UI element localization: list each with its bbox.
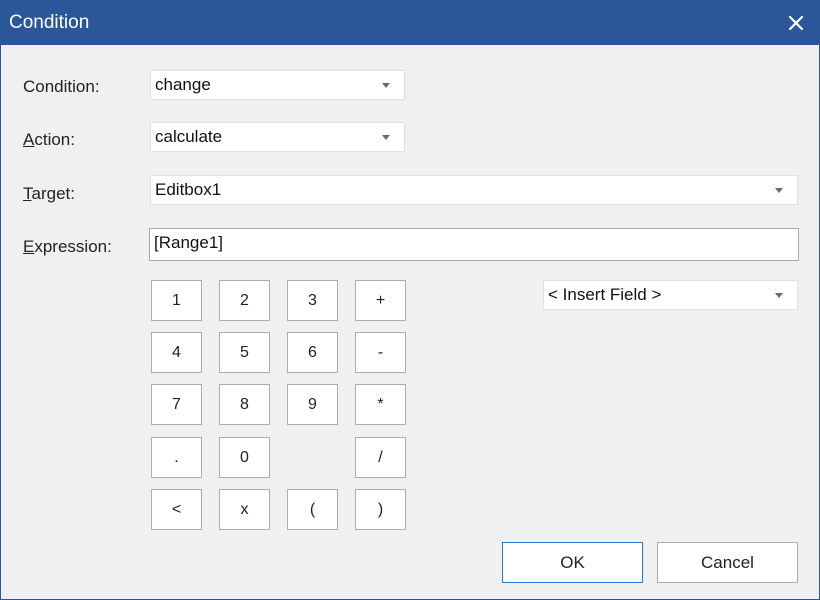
expression-label: Expression: [23,237,112,257]
keypad-button-x[interactable]: x [219,489,270,530]
keypad-button-2[interactable]: 2 [219,280,270,321]
keypad-button-multiply[interactable]: * [355,384,406,425]
ok-button[interactable]: OK [502,542,643,583]
expression-label-text: xpression: [34,237,112,256]
keypad-button-6[interactable]: 6 [287,332,338,373]
keypad-button-close-paren[interactable]: ) [355,489,406,530]
action-label-text: ction: [34,130,75,149]
keypad-button-divide[interactable]: / [355,437,406,478]
target-value: Editbox1 [155,180,222,199]
keypad-button-9[interactable]: 9 [287,384,338,425]
action-value: calculate [155,127,223,146]
condition-value: change [155,75,211,94]
keypad-button-3[interactable]: 3 [287,280,338,321]
chevron-down-icon [775,293,783,298]
target-label-text: arget: [31,184,75,203]
keypad-button-5[interactable]: 5 [219,332,270,373]
expression-value: [Range1] [154,233,223,252]
close-icon [789,16,803,30]
condition-label: Condition: [23,77,100,97]
cancel-button[interactable]: Cancel [657,542,798,583]
condition-label-text: Condition: [23,77,100,96]
condition-dropdown[interactable]: change [150,70,405,100]
keypad-button-less-than[interactable]: < [151,489,202,530]
chevron-down-icon [382,135,390,140]
expression-label-mnemonic: E [23,237,35,256]
keypad-button-open-paren[interactable]: ( [287,489,338,530]
chevron-down-icon [382,83,390,88]
keypad-button-plus[interactable]: + [355,280,406,321]
keypad-button-1[interactable]: 1 [151,280,202,321]
chevron-down-icon [775,188,783,193]
title-bar: Condition [1,1,819,45]
target-label: Target: [23,184,75,204]
keypad-button-dot[interactable]: . [151,437,202,478]
insert-field-value: < Insert Field > [548,285,662,304]
insert-field-dropdown[interactable]: < Insert Field > [543,280,798,310]
action-label: Action: [23,130,75,150]
keypad-button-minus[interactable]: - [355,332,406,373]
expression-input[interactable]: [Range1] [149,228,799,261]
close-button[interactable] [773,1,819,45]
target-label-mnemonic: T [23,184,32,203]
window-title: Condition [9,12,90,33]
action-dropdown[interactable]: calculate [150,122,405,152]
keypad-button-4[interactable]: 4 [151,332,202,373]
keypad-button-0[interactable]: 0 [219,437,270,478]
condition-dialog: Condition Condition: change Action: calc… [0,0,820,600]
keypad-button-7[interactable]: 7 [151,384,202,425]
target-dropdown[interactable]: Editbox1 [150,175,798,205]
action-label-mnemonic: A [23,130,35,149]
keypad-button-8[interactable]: 8 [219,384,270,425]
